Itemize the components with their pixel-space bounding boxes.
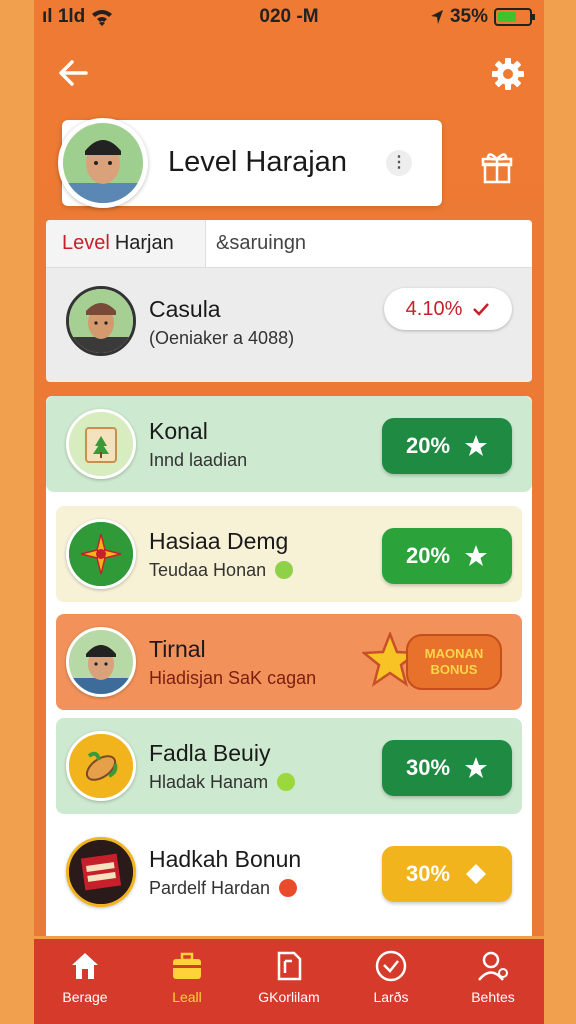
row-title: Hasiaa Demg [149, 528, 289, 554]
battery-indicator: 35% [430, 6, 535, 28]
back-arrow-icon [59, 60, 88, 86]
gear-icon [492, 58, 524, 90]
row-subtitle: Pardelf Hardan [149, 878, 271, 898]
more-options-button[interactable]: ⋮ [386, 150, 412, 176]
diamond-icon [466, 864, 487, 884]
list-item[interactable]: Hasiaa Demg Teudaa Honan 20% [56, 506, 522, 602]
status-bar: ıl 1ld 020 -M 35% [34, 0, 544, 34]
row-subtitle: Teudaa Honan [149, 560, 267, 580]
profile-subtitle: (Oeniaker a 4088) [149, 328, 295, 348]
row-subtitle: Innd laadian [149, 450, 248, 470]
star-icon [465, 757, 488, 778]
flower-icon [69, 522, 133, 586]
location-icon [430, 10, 443, 24]
row-subtitle-wrap: Pardelf Hardan [149, 878, 298, 899]
profile-panel: Level Harjan &saruingn Casula (Oeniaker … [46, 220, 532, 382]
reward-list: Konal Innd laadian 20% Hasiaa Demg Teuda… [46, 396, 532, 936]
battery-percent: 35% [449, 6, 488, 27]
row-icon [66, 627, 136, 697]
app-screen: ıl 1ld 020 -M 35% Level Harajan ⋮ Level … [34, 0, 544, 1024]
check-circle-icon [375, 950, 407, 982]
list-item[interactable]: Fadla Beuiy Hladak Hanam 30% [56, 718, 522, 814]
smiley-icon [279, 879, 298, 897]
home-icon [72, 953, 98, 979]
row-title: Tirnal [149, 636, 206, 662]
smiley-icon [275, 561, 294, 579]
back-button[interactable] [56, 56, 92, 92]
nav-label: Leall [172, 989, 202, 1005]
row-icon [66, 409, 136, 479]
bonus-button[interactable]: MAONAN BONUS [406, 634, 502, 690]
reward-value: 30% [405, 755, 451, 780]
reward-value: 20% [405, 433, 451, 458]
list-item[interactable]: Hadkah Bonun Pardelf Hardan 30% [56, 824, 522, 920]
food-icon [69, 734, 133, 798]
settings-button[interactable] [490, 56, 526, 92]
nav-item-tasks[interactable]: Larðs [340, 939, 442, 1024]
gift-icon [481, 153, 513, 184]
nav-item-profile[interactable]: Behtes [442, 939, 544, 1024]
document-icon [277, 951, 302, 981]
profile-score-pill[interactable]: 4.10% [384, 288, 512, 330]
list-item[interactable]: Konal Innd laadian 20% [46, 396, 532, 492]
reward-button[interactable]: 20% [382, 528, 512, 584]
gift-box-icon [69, 412, 133, 476]
row-title: Konal [149, 418, 208, 444]
star-icon [465, 545, 488, 566]
tab-level-label: Harjan [114, 232, 174, 254]
row-icon [66, 731, 136, 801]
nav-label: Behtes [471, 989, 515, 1005]
battery-icon [494, 8, 535, 26]
tab-level-prefix: Level [62, 232, 110, 254]
reward-button[interactable]: 20% [382, 418, 512, 474]
tab-level[interactable]: Level Harjan [46, 220, 206, 267]
person-avatar-icon [63, 123, 143, 203]
bonus-label-bottom: BONUS [430, 662, 478, 677]
row-subtitle-wrap: Hladak Hanam [149, 772, 296, 793]
bottom-nav: Berage Leall GKorlilam Larðs Behtes [34, 936, 544, 1024]
row-subtitle: Hladak Hanam [149, 772, 269, 792]
bonus-label-top: MAONAN [424, 646, 484, 661]
check-icon [473, 303, 490, 316]
row-title: Fadla Beuiy [149, 740, 271, 766]
reward-value: 20% [405, 543, 451, 568]
user-icon [478, 951, 508, 981]
list-item[interactable]: Tirnal Hiadisjan SaK cagan MAONAN BONUS [56, 614, 522, 710]
smiley-icon [277, 773, 296, 791]
row-icon [66, 837, 136, 907]
row-subtitle: Hiadisjan SaK cagan [149, 668, 317, 688]
row-icon [66, 519, 136, 589]
gift-button[interactable] [480, 150, 514, 184]
briefcase-icon [173, 952, 201, 979]
profile-avatar [66, 286, 136, 356]
tab-secondary[interactable]: &saruingn [206, 232, 306, 255]
profile-name: Casula [149, 296, 221, 322]
reward-button[interactable]: 30% [382, 740, 512, 796]
header-avatar[interactable] [58, 118, 148, 208]
nav-item-documents[interactable]: GKorlilam [238, 939, 340, 1024]
nav-label: Larðs [373, 989, 409, 1005]
profile-score: 4.10% [405, 297, 463, 320]
person-avatar-icon [69, 289, 133, 353]
poster-icon [69, 840, 133, 904]
reward-value: 30% [405, 861, 451, 886]
row-subtitle-wrap: Teudaa Honan [149, 560, 294, 581]
person-avatar-icon [69, 630, 133, 694]
row-title: Hadkah Bonun [149, 846, 302, 872]
reward-button[interactable]: 30% [382, 846, 512, 902]
nav-item-home[interactable]: Berage [34, 939, 136, 1024]
tab-bar: Level Harjan &saruingn [46, 220, 532, 268]
nav-item-level[interactable]: Leall [136, 939, 238, 1024]
page-title: Level Harajan [168, 146, 347, 178]
star-icon [465, 435, 488, 456]
nav-label: Berage [62, 989, 108, 1005]
nav-label: GKorlilam [258, 989, 320, 1005]
